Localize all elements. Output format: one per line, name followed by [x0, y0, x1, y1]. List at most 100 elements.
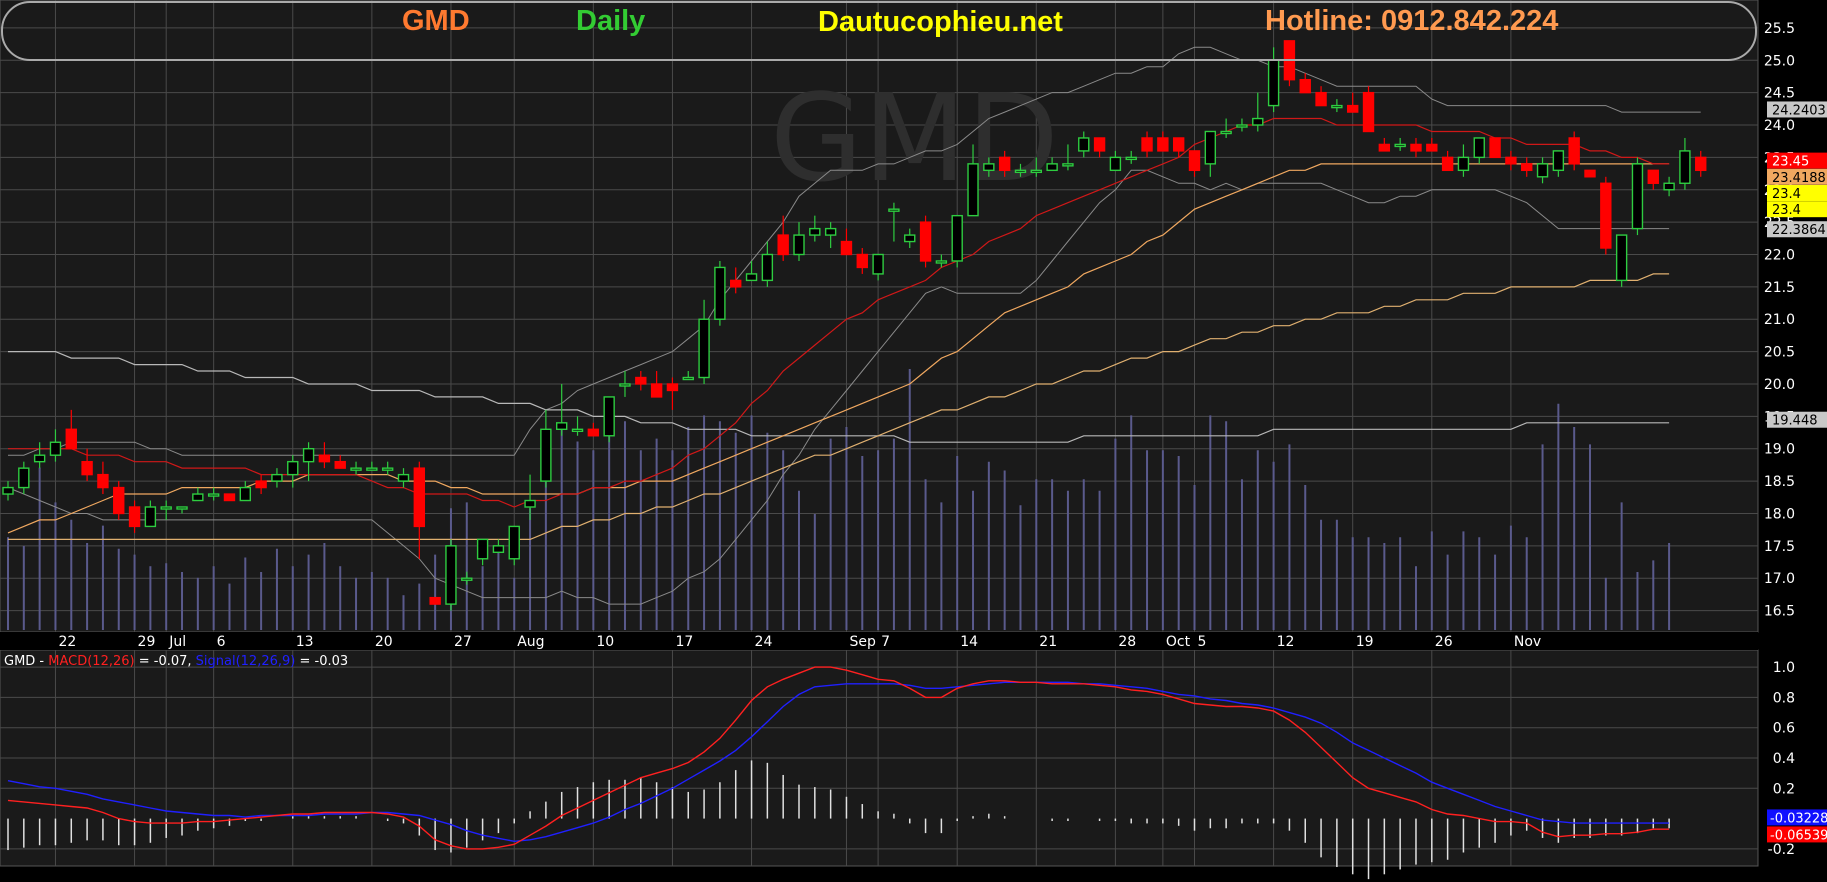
candle-up [809, 227, 821, 236]
candle-up [2, 486, 14, 495]
candle-up [793, 234, 805, 256]
price-tag-text: 22.3864 [1772, 223, 1826, 238]
date-tick-label: 19 [1356, 634, 1374, 650]
macd-tick-label: -0.2 [1768, 842, 1795, 858]
macd-legend-signal: Signal(12,26,9) [196, 654, 296, 669]
price-tag-text: 23.45 [1772, 155, 1809, 170]
candle-up [935, 260, 948, 264]
date-tick-label: 28 [1118, 634, 1136, 650]
candle-up [967, 163, 979, 217]
date-tick-label: 20 [375, 634, 393, 650]
macd-legend: GMD - MACD(12,26) = -0.07, Signal(12,26,… [4, 654, 348, 669]
date-tick-label: Sep [849, 634, 876, 650]
candle-down [650, 383, 663, 398]
date-tick-label: 21 [1039, 634, 1057, 650]
site-label: Dautucophieu.net [818, 6, 1063, 38]
macd-tag-text: -0.03228 [1770, 811, 1827, 826]
price-tick-label: 16.5 [1764, 604, 1795, 620]
candle-down [223, 493, 236, 502]
price-tick-label: 20.5 [1764, 345, 1795, 361]
candle-down [1093, 137, 1106, 152]
date-tick-label: 10 [596, 634, 614, 650]
date-tick-label: 14 [960, 634, 978, 650]
candle-up [1062, 163, 1074, 167]
candle-down [998, 156, 1011, 172]
candle-down [255, 480, 267, 489]
date-tick-label: Jul [168, 634, 186, 650]
price-tag-text: 19.448 [1772, 414, 1818, 429]
candle-up [476, 538, 489, 560]
price-tick-label: 24.5 [1764, 86, 1795, 102]
candle-down [1157, 137, 1169, 152]
candle-up [983, 163, 995, 172]
candle-down [1695, 156, 1707, 172]
date-tick-label: Oct [1166, 634, 1191, 650]
date-axis-bg [0, 632, 1758, 650]
date-tick-label: 12 [1277, 634, 1295, 650]
stock-chart: GMD 16.517.017.518.018.519.019.520.020.5… [0, 0, 1827, 880]
price-tick-label: 18.0 [1764, 506, 1795, 522]
macd-tag-text: -0.06539 [1770, 828, 1827, 843]
macd-legend-macd: MACD(12,26) [48, 654, 134, 669]
period-label: Daily [576, 5, 645, 37]
macd-legend-signal-value: = -0.03 [295, 654, 348, 669]
candle-down [128, 506, 141, 528]
candle-down [1600, 182, 1612, 249]
date-tick-label: 22 [58, 634, 76, 650]
price-tag-text: 23.4 [1772, 203, 1801, 218]
candle-down [1362, 91, 1375, 133]
macd-tick-label: 0.2 [1773, 781, 1795, 797]
candle-down [1584, 169, 1596, 178]
price-tick-label: 25.5 [1764, 21, 1795, 37]
candle-up [556, 422, 568, 430]
candle-up [1331, 104, 1343, 109]
candle-up [571, 428, 584, 432]
candle-up [824, 227, 837, 236]
candle-down [635, 376, 647, 385]
candle-up [1109, 156, 1122, 172]
candle-up [540, 428, 552, 482]
date-tick-label: Nov [1514, 634, 1541, 650]
candle-up [872, 253, 884, 275]
macd-tick-label: 1.0 [1773, 660, 1795, 676]
candle-down [587, 428, 600, 437]
candle-up [492, 545, 505, 554]
candle-up [397, 473, 410, 482]
candle-down [1410, 143, 1422, 152]
candle-down [919, 221, 932, 262]
candle-down [1172, 137, 1185, 152]
macd-tick-label: 0.6 [1773, 721, 1795, 737]
candle-up [33, 454, 46, 463]
candle-up [761, 253, 774, 282]
candle-up [18, 467, 30, 489]
candle-down [1568, 137, 1580, 165]
candle-up [904, 234, 916, 243]
macd-legend-prefix: GMD - [4, 654, 48, 669]
date-tick-label: 17 [675, 634, 693, 650]
price-tick-label: 25.0 [1764, 53, 1795, 69]
candle-down [1441, 156, 1454, 172]
candle-up [603, 396, 615, 437]
candle-down [429, 596, 441, 605]
candle-down [777, 234, 789, 256]
candle-down [1521, 163, 1533, 172]
price-tick-label: 18.5 [1764, 474, 1795, 490]
candle-down [730, 279, 742, 288]
candle-up [1030, 169, 1043, 174]
price-tick-label: 21.5 [1764, 280, 1795, 296]
date-tick-label: 7 [881, 634, 890, 650]
watermark: GMD [770, 70, 1059, 209]
price-tick-label: 19.0 [1764, 442, 1795, 458]
macd-legend-macd-value: = -0.07, [135, 654, 196, 669]
price-tick-label: 24.0 [1764, 118, 1795, 134]
hotline-label: Hotline: 0912.842.224 [1265, 5, 1558, 37]
candle-up [1631, 163, 1644, 230]
macd-tick-label: 0.4 [1773, 751, 1795, 767]
candle-up [1457, 156, 1470, 172]
candle-up [1078, 137, 1090, 152]
candle-down [1315, 91, 1327, 107]
candle-up [381, 467, 394, 471]
candle-up [714, 266, 726, 320]
candle-up [350, 467, 362, 471]
price-tag-text: 23.4 [1772, 187, 1801, 202]
